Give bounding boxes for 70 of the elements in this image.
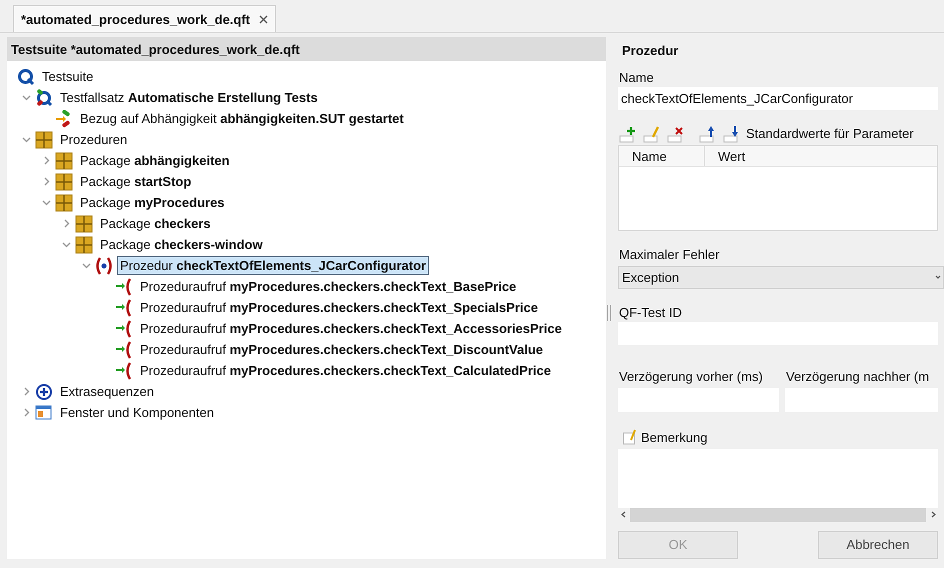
tree-item[interactable]: Prozeduraufruf myProcedures.checkers.checkText_SpecialsPrice (137, 298, 541, 317)
field-label: Maximaler Fehler (618, 247, 720, 263)
tree-item[interactable]: Testfallsatz Automatische Erstellung Tests (57, 88, 321, 107)
field-label: Bemerkung (641, 430, 708, 445)
file-tab[interactable]: *automated_procedures_work_de.qft (13, 5, 276, 32)
field-label: QF-Test ID (618, 304, 683, 320)
close-icon (259, 14, 268, 24)
call-arrow-icon (115, 340, 133, 358)
tree-item[interactable]: Extrasequenzen (57, 382, 157, 401)
close-button[interactable] (258, 14, 270, 24)
column-header[interactable]: Wert (705, 146, 746, 166)
field-label: Verzögerung vorher (ms) (618, 368, 764, 385)
tree-item[interactable]: Package startStop (77, 172, 194, 191)
expand-chevron-icon[interactable] (42, 156, 50, 165)
call-arrow-icon (115, 298, 133, 316)
tree-item[interactable]: Package checkers-window (97, 235, 266, 254)
field-label: Verzögerung nachher (m (785, 368, 930, 385)
expand-chevron-icon[interactable] (22, 387, 30, 396)
add-button[interactable] (618, 124, 638, 143)
plus-circle-icon (35, 382, 53, 400)
pencil-icon (642, 124, 662, 143)
tree-item[interactable]: Prozeduraufruf myProcedures.checkers.checkText_AccessoriesPrice (137, 319, 565, 338)
tree-item[interactable]: Prozeduraufruf myProcedures.checkers.checkText_CalculatedPrice (137, 361, 554, 380)
tree-item[interactable]: Package checkers (97, 214, 214, 233)
comment-field[interactable] (618, 448, 938, 508)
call-arrow-icon (115, 278, 133, 296)
expand-chevron-icon[interactable] (62, 219, 70, 228)
scroll-left-icon (620, 511, 626, 518)
tree-item[interactable]: Testsuite (39, 67, 96, 86)
expand-chevron-icon[interactable] (42, 177, 50, 186)
column-header[interactable]: Name (619, 146, 705, 166)
collapse-chevron-icon[interactable] (42, 198, 50, 207)
package-icon (55, 194, 73, 212)
section-title: Prozedur (622, 43, 680, 60)
tree-item[interactable]: Package abhängigkeiten (77, 151, 233, 170)
splitter-handle-icon[interactable] (607, 305, 611, 321)
call-arrow-icon (115, 320, 133, 338)
call-arrow-icon (115, 362, 133, 380)
testset-icon (35, 88, 53, 106)
collapse-chevron-icon[interactable] (22, 93, 30, 102)
window-icon (35, 404, 53, 422)
tab-title: *automated_procedures_work_de.qft (21, 12, 250, 26)
caret-icon (935, 274, 941, 280)
error-dropdown[interactable]: Exception (618, 266, 944, 289)
package-icon (55, 152, 73, 170)
scroll-right-icon (930, 511, 936, 518)
package-icon (35, 130, 53, 148)
collapse-chevron-icon[interactable] (82, 261, 90, 270)
toolbar-label: Standardwerte für Parameter (746, 126, 914, 142)
package-icon (75, 236, 93, 254)
tree-item[interactable]: Prozeduraufruf myProcedures.checkers.checkText_BasePrice (137, 277, 520, 296)
package-icon (75, 214, 93, 232)
add-icon (618, 124, 638, 143)
q-logo-icon (17, 68, 35, 86)
tree-item[interactable]: Fenster und Komponenten (57, 403, 217, 422)
procedure-icon (95, 256, 113, 274)
cancel-button[interactable]: Abbrechen (818, 530, 938, 559)
pencil-icon (623, 429, 637, 446)
tree-item[interactable]: Package myProcedures (77, 193, 228, 212)
collapse-chevron-icon[interactable] (62, 240, 70, 249)
package-icon (55, 172, 73, 190)
tree-item[interactable]: Bezug auf Abhängigkeit abhängigkeiten.SUT gestartet (77, 109, 407, 128)
tree-item[interactable]: Prozeduraufruf myProcedures.checkers.checkText_DiscountValue (137, 340, 546, 359)
panel-title: Testsuite *automated_procedures_work_de.qft (7, 37, 606, 61)
name-field[interactable]: checkTextOfElements_JCarConfigurator (618, 87, 938, 110)
tree-item[interactable]: Prozedur checkTextOfElements_JCarConfigurator (117, 256, 430, 275)
expand-chevron-icon[interactable] (22, 408, 30, 417)
collapse-chevron-icon[interactable] (22, 135, 30, 144)
tree-item[interactable]: Prozeduren (57, 130, 130, 149)
field-label: Name (618, 70, 655, 86)
